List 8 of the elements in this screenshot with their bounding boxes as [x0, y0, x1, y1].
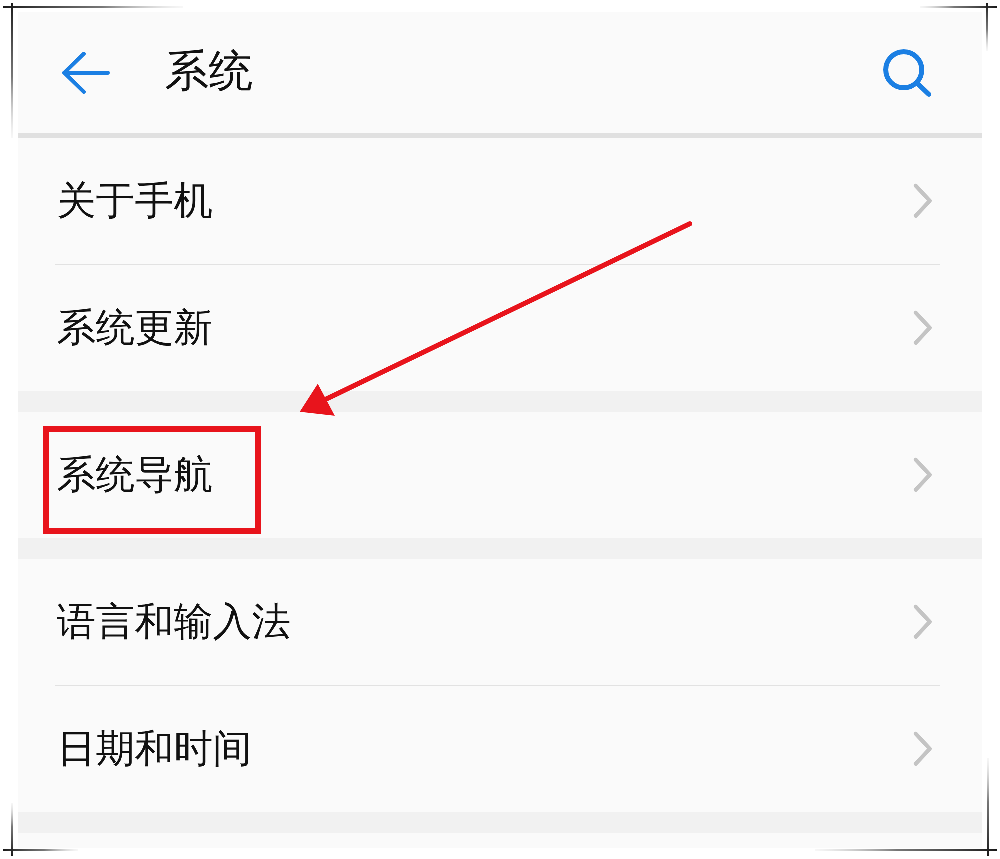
search-icon[interactable]	[883, 48, 932, 96]
chevron-right-icon	[913, 310, 933, 346]
chevron-right-icon	[913, 731, 933, 767]
back-arrow-icon[interactable]	[62, 52, 110, 94]
chevron-right-icon	[913, 457, 933, 493]
page-title: 系统	[165, 46, 253, 99]
chevron-right-icon	[913, 604, 933, 640]
chevron-right-icon	[913, 183, 933, 219]
